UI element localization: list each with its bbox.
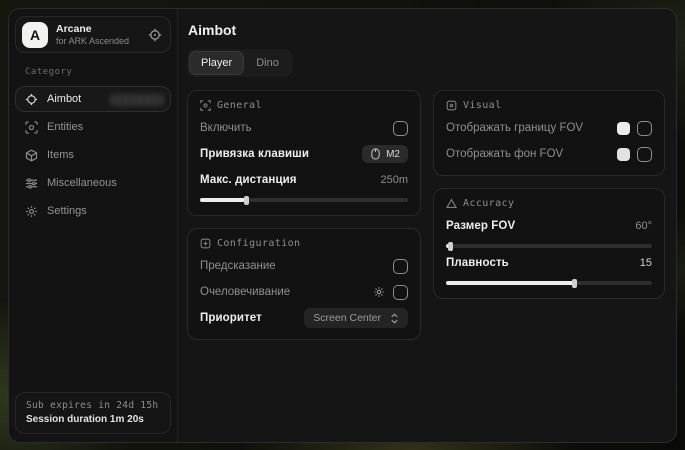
gear-icon[interactable] — [373, 286, 385, 298]
enable-checkbox[interactable] — [393, 121, 408, 136]
main-content: Aimbot Player Dino General — [178, 9, 676, 442]
row-label: Предсказание — [200, 260, 276, 272]
row-label: Очеловечивание — [200, 286, 290, 298]
sub-expires-text: Sub expires in 24d 15h — [26, 400, 160, 411]
target-icon[interactable] — [148, 28, 162, 42]
app-logo: A — [22, 22, 48, 48]
page-title: Aimbot — [188, 22, 665, 38]
priority-dropdown[interactable]: Screen Center — [304, 308, 408, 328]
mouse-icon — [370, 148, 381, 160]
category-label: Category — [25, 67, 171, 77]
row-label: Отображать фон FOV — [446, 148, 563, 160]
eye-icon — [446, 100, 457, 111]
fov-background-checkbox[interactable] — [637, 147, 652, 162]
panel-title: Accuracy — [463, 198, 514, 209]
fov-border-checkbox[interactable] — [637, 121, 652, 136]
panel-accuracy: Accuracy Размер FOV 60° Плавность 15 — [433, 188, 665, 299]
sidebar-item-miscellaneous[interactable]: Miscellaneous — [15, 170, 171, 196]
keybind-value: M2 — [386, 149, 400, 160]
smoothness-slider[interactable] — [446, 281, 652, 285]
row-label: Плавность — [446, 257, 509, 269]
session-card: Sub expires in 24d 15h Session duration … — [15, 392, 171, 434]
blurred-watermark — [111, 94, 163, 106]
smoothness-value: 15 — [640, 257, 652, 269]
focus-icon — [200, 100, 211, 111]
row-label: Размер FOV — [446, 220, 515, 232]
sidebar: A Arcane for ARK Ascended Category Aimbo… — [9, 9, 178, 442]
sidebar-item-label: Entities — [47, 121, 83, 133]
fov-size-value: 60° — [635, 220, 652, 232]
sidebar-item-label: Settings — [47, 205, 87, 217]
max-distance-slider[interactable] — [200, 198, 408, 202]
humanize-checkbox[interactable] — [393, 285, 408, 300]
brand-card: A Arcane for ARK Ascended — [15, 16, 171, 53]
sidebar-item-aimbot[interactable]: Aimbot — [15, 86, 171, 112]
row-max-distance: Макс. дистанция 250m — [200, 169, 408, 191]
tab-bar: Player Dino — [187, 49, 293, 77]
row-label: Приоритет — [200, 312, 262, 324]
panel-visual: Visual Отображать границу FOV Отображать… — [433, 90, 665, 176]
row-fov-background: Отображать фон FOV — [446, 143, 652, 165]
row-humanize: Очеловечивание — [200, 281, 408, 303]
panel-general: General Включить Привязка клавиши M2 — [187, 90, 421, 216]
sidebar-item-label: Aimbot — [47, 93, 81, 105]
panel-title: Configuration — [217, 238, 300, 249]
fov-size-slider[interactable] — [446, 244, 652, 248]
row-priority: Приоритет Screen Center — [200, 307, 408, 329]
row-fov-size: Размер FOV 60° — [446, 215, 652, 237]
panel-title: Visual — [463, 100, 502, 111]
crosshair-icon — [25, 93, 38, 106]
row-label: Отображать границу FOV — [446, 122, 583, 134]
sidebar-item-label: Items — [47, 149, 74, 161]
keybind-button[interactable]: M2 — [362, 145, 408, 163]
sliders-icon — [25, 177, 38, 190]
triangle-icon — [446, 198, 457, 209]
brand-title: Arcane — [56, 23, 140, 35]
sidebar-item-label: Miscellaneous — [47, 177, 117, 189]
fov-background-color-swatch[interactable] — [617, 148, 630, 161]
unfold-icon — [390, 313, 399, 324]
prediction-checkbox[interactable] — [393, 259, 408, 274]
session-duration-text: Session duration 1m 20s — [26, 414, 160, 425]
row-smoothness: Плавность 15 — [446, 252, 652, 274]
row-label: Привязка клавиши — [200, 148, 309, 160]
scan-icon — [25, 121, 38, 134]
brand-subtitle: for ARK Ascended — [56, 36, 140, 46]
tab-dino[interactable]: Dino — [244, 51, 291, 75]
fov-border-color-swatch[interactable] — [617, 122, 630, 135]
sidebar-item-settings[interactable]: Settings — [15, 198, 171, 224]
box-icon — [25, 149, 38, 162]
sidebar-item-items[interactable]: Items — [15, 142, 171, 168]
panel-title: General — [217, 100, 262, 111]
sidebar-item-entities[interactable]: Entities — [15, 114, 171, 140]
app-window: A Arcane for ARK Ascended Category Aimbo… — [8, 8, 677, 443]
max-distance-value: 250m — [380, 174, 408, 186]
priority-value: Screen Center — [313, 312, 381, 324]
gear-icon — [25, 205, 38, 218]
panel-configuration: Configuration Предсказание Очеловечивани… — [187, 228, 421, 340]
row-keybind: Привязка клавиши M2 — [200, 143, 408, 165]
row-label: Включить — [200, 122, 252, 134]
row-enable: Включить — [200, 117, 408, 139]
row-prediction: Предсказание — [200, 255, 408, 277]
row-fov-border: Отображать границу FOV — [446, 117, 652, 139]
tune-icon — [200, 238, 211, 249]
tab-player[interactable]: Player — [189, 51, 244, 75]
row-label: Макс. дистанция — [200, 174, 297, 186]
